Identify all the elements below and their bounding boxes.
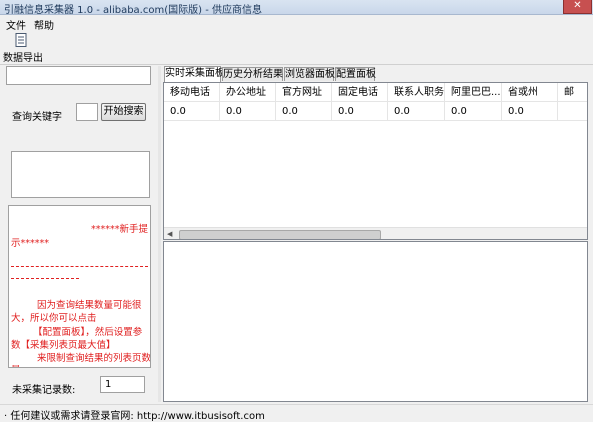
title-bar: 引融信息采集器 1.0 - alibaba.com(国际版) - 供应商信息 ✕ xyxy=(0,0,593,16)
column-header[interactable]: 移动电话 xyxy=(164,83,220,102)
table-cell: 0.0 xyxy=(164,102,220,121)
top-status-field xyxy=(6,66,151,85)
detail-pane xyxy=(163,241,588,402)
column-header[interactable]: 办公地址 xyxy=(220,83,276,102)
column-header[interactable]: 固定电话 xyxy=(332,83,388,102)
tip-line: 量 xyxy=(11,362,21,367)
tip-line: 【配置面板】，然后设置参 xyxy=(33,327,143,338)
column-header[interactable]: 邮 xyxy=(558,83,587,102)
results-grid[interactable]: 移动电话 办公地址 官方网址 固定电话 联系人职务 阿里巴巴... 省或州 邮 … xyxy=(163,82,588,240)
toolbar: 数据导出 xyxy=(0,30,593,65)
horizontal-scroll-thumb[interactable] xyxy=(179,230,381,239)
table-cell: 0.0 xyxy=(445,102,502,121)
scroll-left-icon[interactable]: ◀ xyxy=(167,230,172,238)
tip-line: 因为查询结果数量可能很 xyxy=(37,300,142,311)
table-cell: 0.0 xyxy=(388,102,445,121)
table-cell xyxy=(558,102,587,121)
horizontal-scrollbar[interactable]: ◀ ▶ xyxy=(164,227,587,239)
tip-divider xyxy=(11,278,79,279)
column-header[interactable]: 省或州 xyxy=(502,83,558,102)
table-cell: 0.0 xyxy=(220,102,276,121)
tab-browser-panel[interactable]: 浏览器面板 xyxy=(284,67,335,81)
table-cell: 0.0 xyxy=(276,102,332,121)
status-bar: · 任何建议或需求请登录官网: http://www.itbusisoft.co… xyxy=(0,404,593,422)
tab-realtime-panel[interactable]: 实时采集面板 xyxy=(164,66,225,82)
column-header[interactable]: 官方网址 xyxy=(276,83,332,102)
column-header[interactable]: 阿里巴巴... xyxy=(445,83,502,102)
tip-line: 大，所以你可以点击 xyxy=(11,313,97,324)
start-search-button[interactable]: 开始搜索 xyxy=(101,103,146,121)
uncollected-count-label: 未采集记录数: xyxy=(12,385,76,396)
uncollected-count-field[interactable]: 1 xyxy=(100,376,145,393)
tip-line: ******新手提 xyxy=(91,224,149,235)
keyword-label: 查询关键字 xyxy=(12,112,62,123)
close-icon: ✕ xyxy=(573,0,582,11)
close-button[interactable]: ✕ xyxy=(563,0,592,14)
table-cell: 0.0 xyxy=(332,102,388,121)
menu-bar: 文件 帮助 xyxy=(0,15,593,32)
keyword-input[interactable] xyxy=(76,103,98,121)
tip-line: 示****** xyxy=(11,238,50,249)
tip-line: 来限制查询结果的列表页数 xyxy=(37,353,151,364)
window-title: 引融信息采集器 1.0 - alibaba.com(国际版) - 供应商信息 xyxy=(4,5,262,16)
tab-history-results[interactable]: 历史分析结果 xyxy=(222,67,283,81)
export-data-label: 数据导出 xyxy=(3,53,43,64)
tip-line: 数【采集列表页最大值】 xyxy=(11,340,116,351)
document-icon xyxy=(15,33,27,47)
panel-splitter[interactable] xyxy=(158,66,161,402)
tip-divider xyxy=(11,266,148,267)
column-header[interactable]: 联系人职务 xyxy=(388,83,445,102)
table-cell: 0.0 xyxy=(502,102,558,121)
tab-config-panel[interactable]: 配置面板 xyxy=(335,67,376,81)
keyword-list-box[interactable] xyxy=(11,151,150,198)
beginner-tips-panel: ******新手提 示****** 因为查询结果数量可能很 大，所以你可以点击 … xyxy=(8,205,151,368)
